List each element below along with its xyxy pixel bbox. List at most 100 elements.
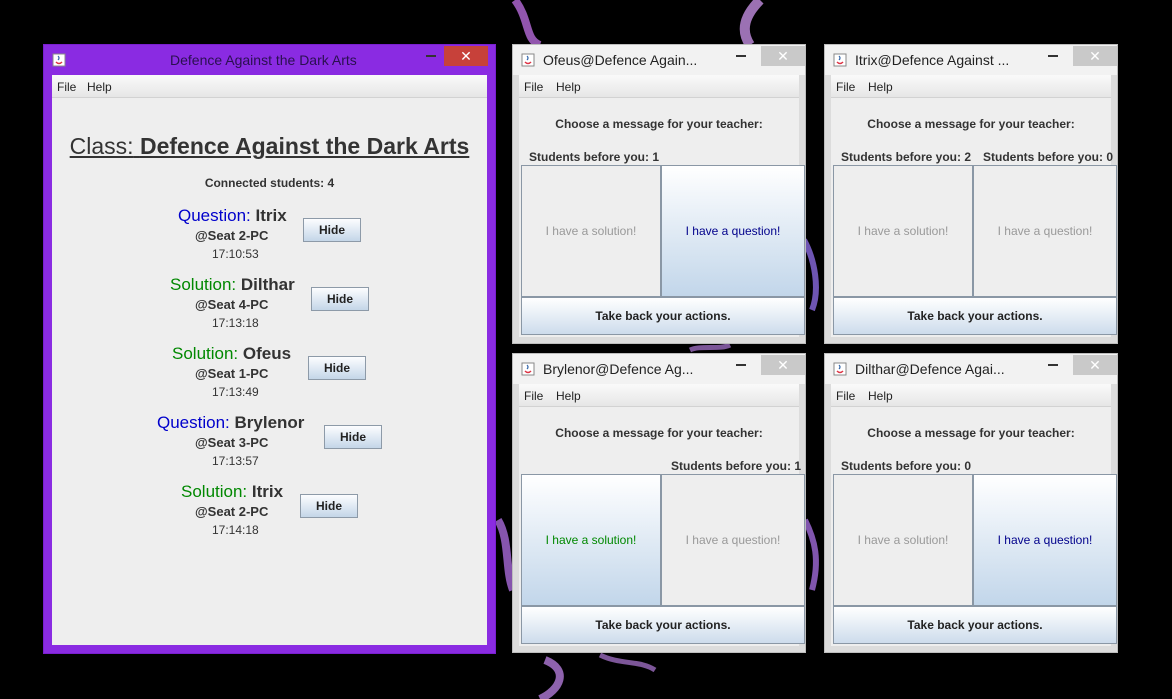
menu-file[interactable]: File [836,389,855,403]
menu-help[interactable]: Help [868,80,893,94]
student-client-area: File Help Choose a message for your teac… [831,384,1117,646]
vine-3 [494,517,517,592]
choose-label: Choose a message for your teacher: [867,426,1075,440]
window-title: Itrix@Defence Against ... [855,52,1010,68]
entry-name: Itrix [255,206,287,225]
solution-button[interactable]: I have a solution! [833,165,973,297]
java-icon [521,53,535,67]
student-client-area: File Help Choose a message for your teac… [519,384,805,646]
students-before-label: Students before you: 2 [841,150,972,164]
minimize-icon[interactable] [421,48,441,64]
choose-label: Choose a message for your teacher: [867,117,1075,131]
entry-seat: @Seat 1-PC [195,366,269,381]
entry-seat: @Seat 4-PC [195,297,269,312]
connected-students: Connected students: 4 [204,176,335,190]
entry-name: Itrix [251,482,284,501]
hide-button[interactable]: Hide [311,287,369,311]
menu-help[interactable]: Help [87,80,112,94]
menu-help[interactable]: Help [556,389,581,403]
entry-kind: Solution: [170,275,237,294]
student-window-ofeus[interactable]: Ofeus@Defence Again... ✕ File Help Choos… [512,44,806,344]
students-before-label-second: Students before you: 0 [983,150,1114,164]
minimize-icon[interactable] [731,48,751,64]
entry-head: Solution: Dilthar [170,275,295,295]
entry-time: 17:14:18 [212,523,259,537]
students-before-label: Students before you: 0 [841,459,972,473]
titlebar[interactable]: Ofeus@Defence Again... ✕ [513,45,805,75]
close-icon[interactable]: ✕ [761,355,805,375]
question-button[interactable]: I have a question! [973,474,1117,606]
student-window-brylenor[interactable]: Brylenor@Defence Ag... ✕ File Help Choos… [512,353,806,653]
entry-head: Question: Itrix [178,206,287,226]
solution-button[interactable]: I have a solution! [521,474,661,606]
minimize-icon[interactable] [731,357,751,373]
question-button[interactable]: I have a question! [661,165,805,297]
entry-time: 17:13:57 [212,454,259,468]
minimize-icon[interactable] [1043,357,1063,373]
menu-file[interactable]: File [836,80,855,94]
vine-6 [802,518,819,591]
close-icon[interactable]: ✕ [761,46,805,66]
hide-button[interactable]: Hide [308,356,366,380]
titlebar[interactable]: Itrix@Defence Against ... ✕ [825,45,1117,75]
menubar: File Help [519,75,799,98]
menubar: File Help [831,75,1111,98]
teacher-window[interactable]: Defence Against the Dark Arts ✕ File Hel… [43,44,496,654]
entry-head: Question: Brylenor [157,413,304,433]
vine-1 [511,0,542,49]
take-back-button[interactable]: Take back your actions. [833,606,1117,644]
entry-kind: Solution: [172,344,239,363]
entry-seat: @Seat 2-PC [195,504,269,519]
menu-help[interactable]: Help [868,389,893,403]
entry-head: Solution: Ofeus [172,344,291,364]
menubar: File Help [52,75,487,98]
titlebar[interactable]: Dilthar@Defence Agai... ✕ [825,354,1117,384]
student-window-itrix[interactable]: Itrix@Defence Against ... ✕ File Help Ch… [824,44,1118,344]
students-before-label: Students before you: 1 [671,459,802,473]
menubar: File Help [831,384,1111,407]
class-label: Class: [69,133,134,159]
entry-name: Ofeus [242,344,292,363]
window-title: Brylenor@Defence Ag... [543,361,694,377]
titlebar[interactable]: Brylenor@Defence Ag... ✕ [513,354,805,384]
java-icon [521,362,535,376]
close-icon[interactable]: ✕ [444,46,488,66]
hide-button[interactable]: Hide [303,218,361,242]
menu-file[interactable]: File [524,389,543,403]
menu-file[interactable]: File [524,80,543,94]
class-name: Defence Against the Dark Arts [139,133,470,159]
student-window-dilthar[interactable]: Dilthar@Defence Agai... ✕ File Help Choo… [824,353,1118,653]
entry-name: Brylenor [234,413,305,432]
menu-file[interactable]: File [57,80,76,94]
hide-button[interactable]: Hide [324,425,382,449]
take-back-button[interactable]: Take back your actions. [521,297,805,335]
hide-button[interactable]: Hide [300,494,358,518]
solution-button[interactable]: I have a solution! [833,474,973,606]
take-back-button[interactable]: Take back your actions. [521,606,805,644]
entry-seat: @Seat 3-PC [195,435,269,450]
close-icon[interactable]: ✕ [1073,355,1117,375]
minimize-icon[interactable] [1043,48,1063,64]
entry-name: Dilthar [240,275,295,294]
solution-button[interactable]: I have a solution! [521,165,661,297]
students-before-label: Students before you: 1 [529,150,660,164]
vine-8 [688,342,732,353]
entry-time: 17:13:49 [212,385,259,399]
take-back-button[interactable]: Take back your actions. [833,297,1117,335]
question-button[interactable]: I have a question! [661,474,805,606]
menu-help[interactable]: Help [556,80,581,94]
window-title: Dilthar@Defence Agai... [855,361,1005,377]
entry-kind: Question: [178,206,251,225]
window-title: Ofeus@Defence Again... [543,52,698,68]
window-title: Defence Against the Dark Arts [170,52,357,68]
java-icon [833,53,847,67]
question-button[interactable]: I have a question! [973,165,1117,297]
choose-label: Choose a message for your teacher: [555,117,763,131]
close-icon[interactable]: ✕ [1073,46,1117,66]
titlebar[interactable]: Defence Against the Dark Arts ✕ [44,45,495,75]
entry-kind: Solution: [181,482,248,501]
entry-seat: @Seat 2-PC [195,228,269,243]
desktop: Defence Against the Dark Arts ✕ File Hel… [0,0,1172,699]
entry-kind: Question: [157,413,230,432]
java-icon [833,362,847,376]
